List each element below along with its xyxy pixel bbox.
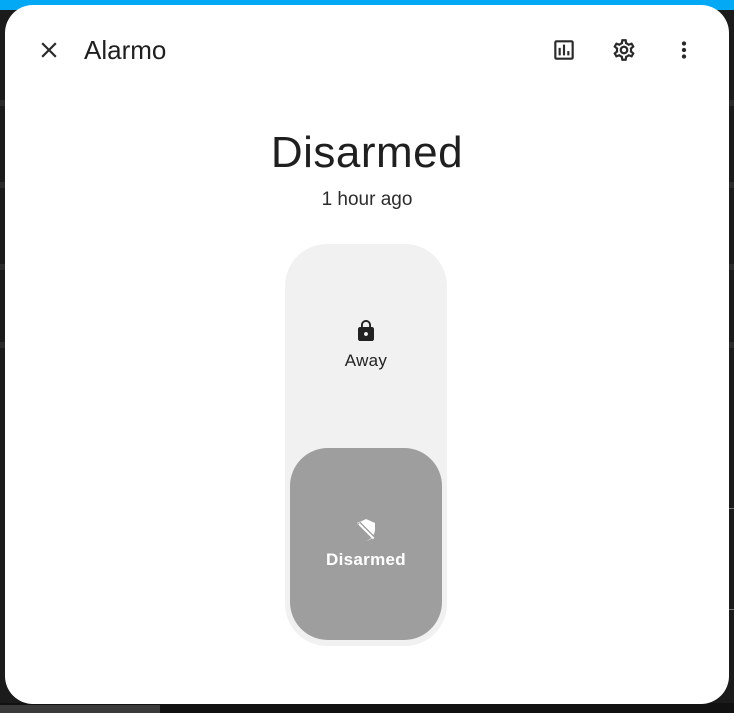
last-changed-time: 1 hour ago [321,189,413,210]
mode-option-disarmed[interactable]: Disarmed [290,448,442,640]
mode-label-away: Away [344,351,388,370]
dots-vertical-icon [681,41,687,59]
close-icon [41,42,57,58]
settings-button[interactable] [602,28,646,72]
mode-option-away[interactable]: Away [290,249,442,441]
background-footer-tab [0,705,160,713]
history-button[interactable] [542,28,586,72]
dialog-title: Alarmo [84,35,167,65]
alarm-mode-selector: Away Disarmed [285,244,447,646]
dialog-header: Alarmo [5,5,729,95]
chart-box-icon [554,40,574,60]
more-info-dialog: Alarmo Disarmed 1 hour ago Away Disarmed [5,5,729,704]
alarm-state-label: Disarmed [270,128,464,177]
gear-icon [613,39,635,61]
mode-label-disarmed: Disarmed [326,550,406,569]
more-options-button[interactable] [662,28,706,72]
close-button[interactable] [27,28,71,72]
lock-icon [354,319,378,343]
shield-off-icon [354,518,378,542]
